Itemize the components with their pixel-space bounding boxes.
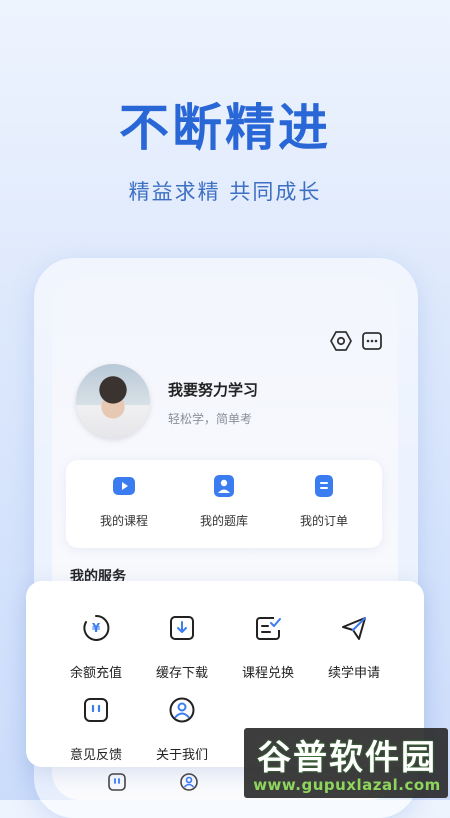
hero-tagline: 精益求精 共同成长 xyxy=(128,180,322,204)
quick-link-label: 我的订单 xyxy=(299,514,348,528)
quick-link-my-orders[interactable]: 我的订单 xyxy=(274,474,374,529)
hero-headline: 不断精进 xyxy=(119,99,331,157)
profile-username[interactable]: 我要努力学习 xyxy=(168,379,258,400)
about-user-icon xyxy=(169,697,195,723)
service-label: 课程兑换 xyxy=(241,666,294,681)
feedback-icon xyxy=(84,698,108,722)
quick-link-label: 我的课程 xyxy=(99,514,148,528)
feedback-icon xyxy=(108,773,126,791)
watermark-url: www.gupuxlazal.com xyxy=(253,776,441,794)
service-recharge[interactable]: ¥ 余额充值 xyxy=(46,614,146,681)
service-course-redeem[interactable]: 课程兑换 xyxy=(218,614,318,681)
quick-link-label: 我的题库 xyxy=(199,514,248,528)
settings-hex-icon[interactable] xyxy=(330,330,352,352)
service-download[interactable]: 缓存下载 xyxy=(132,614,232,681)
about-user-icon xyxy=(180,773,198,791)
profile-subtitle: 轻松学，简单考 xyxy=(168,412,253,426)
redeem-icon xyxy=(256,617,281,640)
svg-text:¥: ¥ xyxy=(92,621,101,635)
service-label: 续学申请 xyxy=(327,666,380,681)
service-label: 余额充值 xyxy=(69,666,122,681)
recharge-yen-icon: ¥ xyxy=(83,614,110,641)
service-about-us[interactable]: 关于我们 xyxy=(132,696,232,763)
send-icon xyxy=(342,617,366,640)
service-label: 意见反馈 xyxy=(69,748,122,763)
quick-link-my-courses[interactable]: 我的课程 xyxy=(74,474,174,529)
service-renewal-apply[interactable]: 续学申请 xyxy=(304,614,404,681)
download-icon xyxy=(170,616,194,640)
question-bank-icon xyxy=(214,475,234,497)
watermark-title: 谷普软件园 xyxy=(257,738,437,778)
service-feedback[interactable]: 意见反馈 xyxy=(46,696,146,763)
more-menu-icon[interactable] xyxy=(361,330,383,352)
service-label: 关于我们 xyxy=(155,748,208,763)
order-icon xyxy=(315,475,333,497)
course-play-icon xyxy=(113,477,135,495)
quick-link-question-bank[interactable]: 我的题库 xyxy=(174,474,274,529)
service-label: 缓存下载 xyxy=(155,666,208,681)
avatar[interactable] xyxy=(76,364,150,438)
